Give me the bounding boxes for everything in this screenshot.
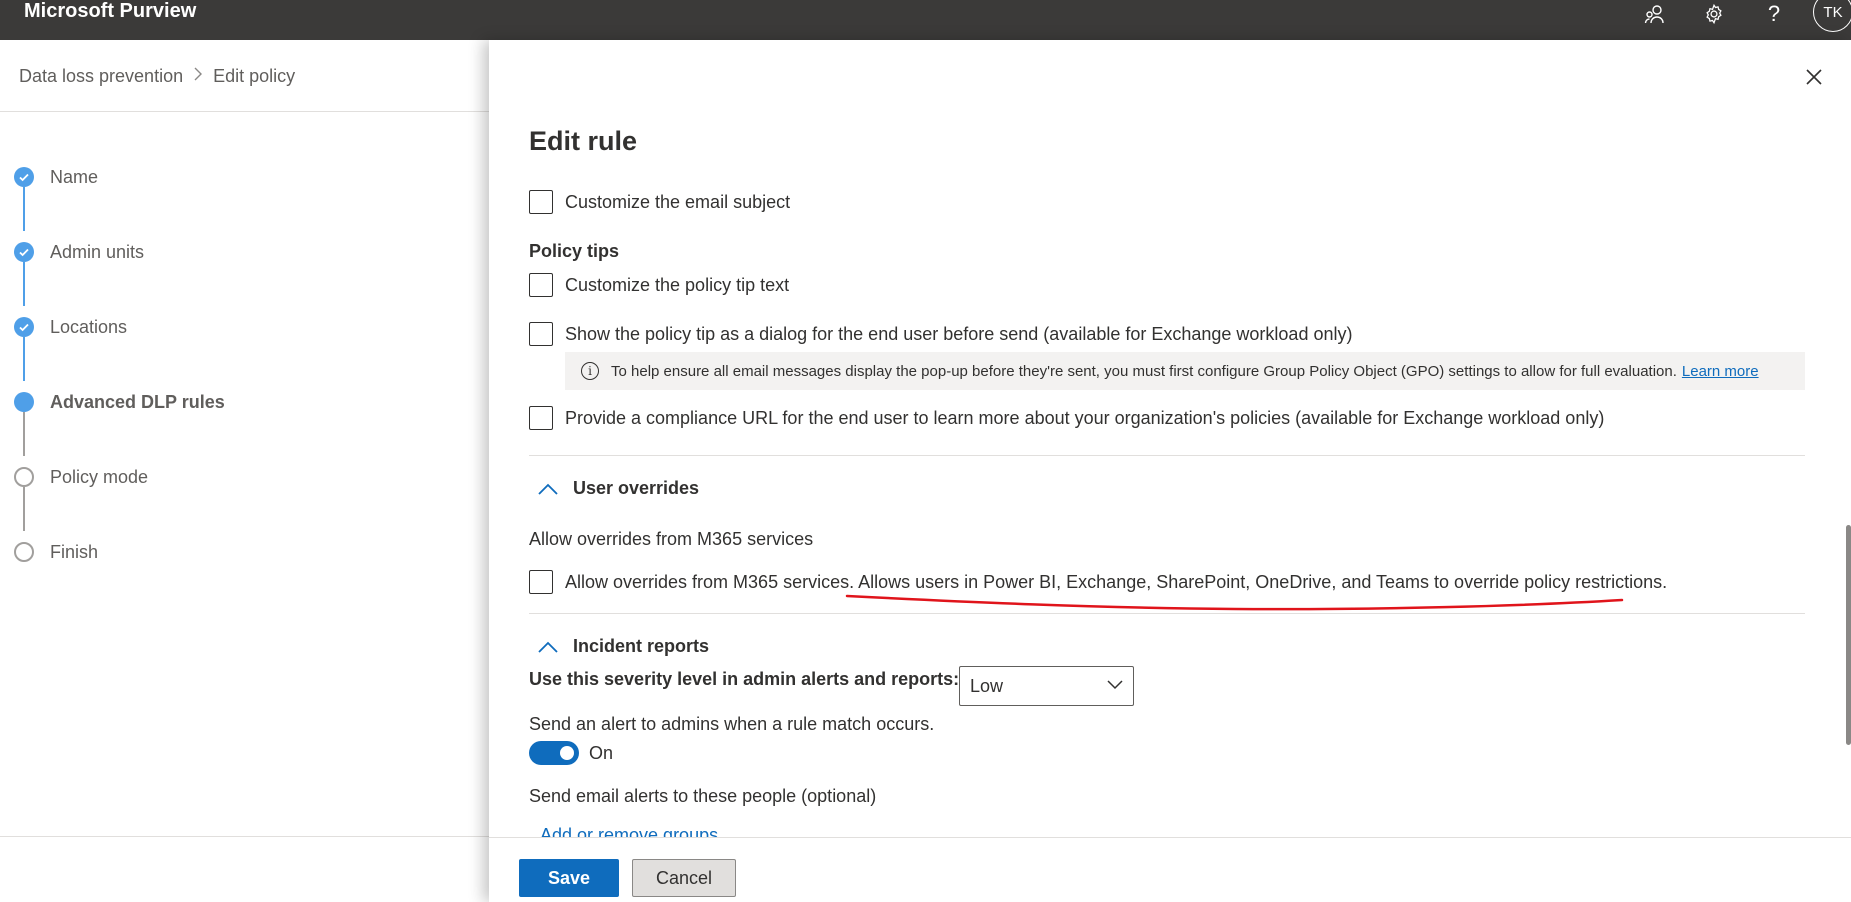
step-policy-mode[interactable]: Policy mode [14, 465, 148, 489]
edit-rule-panel [489, 40, 1851, 902]
chevron-down-icon [1107, 680, 1123, 690]
show-dialog-row: Show the policy tip as a dialog for the … [529, 322, 1352, 346]
breadcrumb-item-edit-policy: Edit policy [213, 66, 296, 86]
step-connector [23, 262, 25, 306]
step-admin-units[interactable]: Admin units [14, 240, 144, 264]
section-heading: Incident reports [573, 636, 710, 656]
checkbox-label: Show the policy tip as a dialog for the … [565, 323, 1353, 344]
app-title[interactable]: Microsoft Purview [24, 0, 196, 22]
info-text: To help ensure all email messages displa… [611, 362, 1677, 380]
step-label: Name [50, 166, 99, 187]
incident-reports-header[interactable]: Incident reports [537, 636, 709, 657]
divider [0, 836, 489, 837]
allow-overrides-label: Allow overrides from M365 services [529, 529, 814, 549]
checkmark-icon [14, 167, 34, 187]
empty-circle-icon [14, 467, 34, 487]
checkbox-label: Customize the policy tip text [565, 274, 790, 295]
checkbox-label: Provide a compliance URL for the end use… [565, 407, 1605, 428]
info-icon: i [581, 362, 599, 380]
checkmark-icon [14, 242, 34, 262]
customize-tip-checkbox[interactable] [529, 273, 553, 297]
save-button[interactable]: Save [519, 859, 619, 897]
avatar[interactable]: TK [1813, 0, 1851, 32]
severity-value: Low [970, 675, 1004, 696]
step-connector [23, 337, 25, 381]
customize-subject-row: Customize the email subject [529, 190, 790, 214]
breadcrumb: Data loss prevention Edit policy [19, 66, 295, 87]
close-icon[interactable] [1797, 60, 1831, 94]
learn-more-link[interactable]: Learn more [1682, 363, 1759, 380]
scrollbar[interactable] [1846, 525, 1851, 745]
chevron-right-icon [193, 67, 203, 86]
allow-overrides-checkbox[interactable] [529, 570, 553, 594]
compliance-url-checkbox[interactable] [529, 406, 553, 430]
divider [489, 837, 1851, 838]
severity-dropdown[interactable]: Low [959, 666, 1134, 706]
email-alerts-label: Send email alerts to these people (optio… [529, 786, 877, 806]
customize-tip-row: Customize the policy tip text [529, 273, 789, 297]
checkbox-label: Customize the email subject [565, 191, 791, 212]
alert-toggle[interactable] [529, 741, 579, 765]
chevron-up-icon [538, 641, 558, 653]
step-label: Policy mode [50, 466, 149, 487]
breadcrumb-item-dlp[interactable]: Data loss prevention [19, 66, 183, 87]
step-connector [23, 487, 25, 531]
panel-title: Edit rule [529, 126, 638, 156]
help-icon[interactable]: ? [1760, 0, 1788, 28]
toggle-state-label: On [589, 742, 614, 763]
divider [529, 455, 1805, 456]
red-annotation-underline [845, 594, 1624, 611]
compliance-url-row: Provide a compliance URL for the end use… [529, 406, 1604, 430]
step-finish[interactable]: Finish [14, 540, 98, 564]
section-heading: User overrides [573, 478, 700, 498]
step-label: Admin units [50, 241, 145, 262]
divider [529, 613, 1805, 614]
top-bar: Microsoft Purview ? TK [0, 0, 1851, 40]
policy-tips-heading: Policy tips [529, 241, 620, 261]
chevron-up-icon [538, 483, 558, 495]
step-label: Finish [50, 541, 99, 562]
current-step-icon [14, 392, 34, 412]
step-connector [23, 412, 25, 456]
cancel-button[interactable]: Cancel [632, 859, 736, 897]
user-overrides-header[interactable]: User overrides [537, 478, 699, 499]
step-advanced-dlp-rules[interactable]: Advanced DLP rules [14, 390, 225, 414]
toggle-knob [560, 746, 574, 760]
customize-subject-checkbox[interactable] [529, 190, 553, 214]
step-locations[interactable]: Locations [14, 315, 127, 339]
step-label: Locations [50, 316, 128, 337]
divider [0, 111, 489, 112]
checkmark-icon [14, 317, 34, 337]
severity-label: Use this severity level in admin alerts … [529, 669, 960, 689]
show-dialog-checkbox[interactable] [529, 322, 553, 346]
step-connector [23, 187, 25, 231]
people-icon[interactable] [1641, 0, 1669, 28]
info-message-bar: i To help ensure all email messages disp… [565, 352, 1805, 390]
step-name[interactable]: Name [14, 165, 98, 189]
alert-label: Send an alert to admins when a rule matc… [529, 714, 935, 734]
alert-toggle-row: On [529, 741, 613, 765]
empty-circle-icon [14, 542, 34, 562]
gear-icon[interactable] [1700, 0, 1728, 28]
step-label: Advanced DLP rules [50, 391, 225, 412]
